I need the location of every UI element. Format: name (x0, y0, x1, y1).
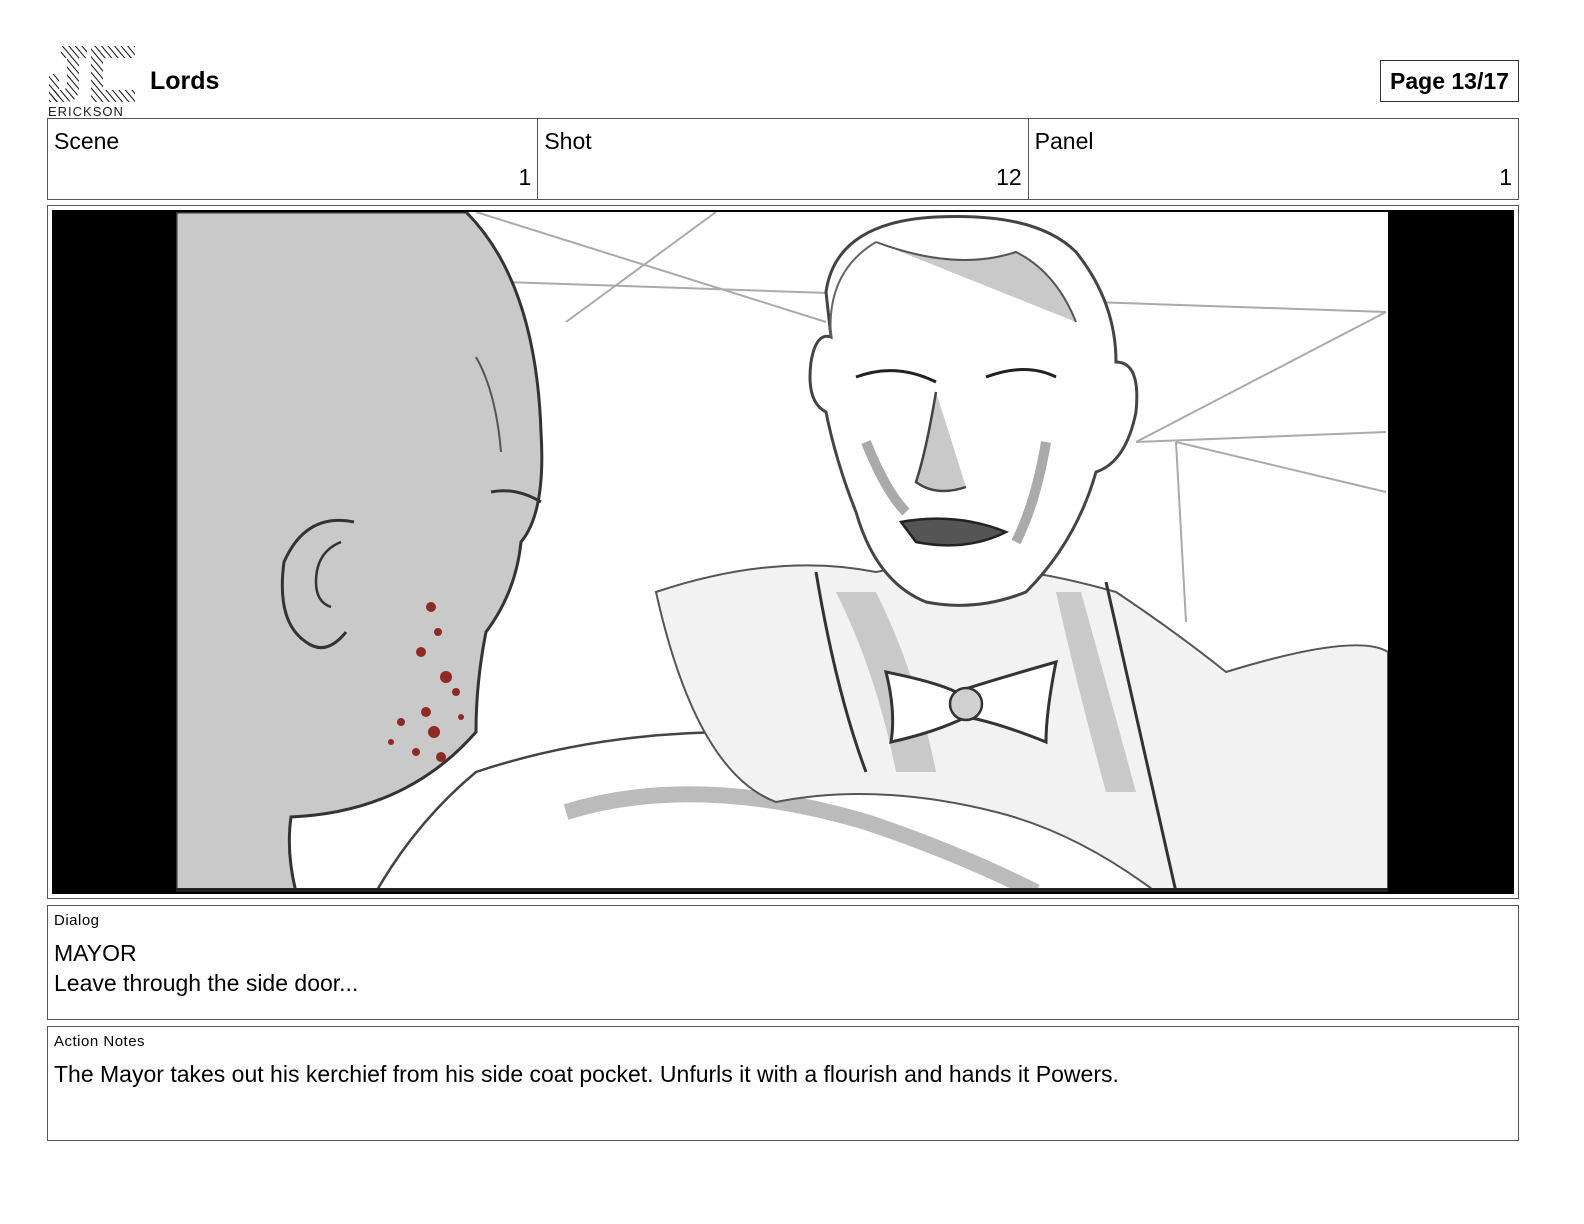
scene-cell: Scene 1 (48, 119, 539, 199)
erickson-logo: ERICKSON (47, 44, 137, 118)
page-indicator: Page 13/17 (1380, 60, 1519, 102)
scene-label: Scene (54, 128, 120, 154)
action-notes-section: Action Notes The Mayor takes out his ker… (47, 1026, 1519, 1141)
storyboard-frame (47, 205, 1519, 899)
panel-label: Panel (1034, 128, 1094, 154)
shot-info-table: Scene 1 Shot 12 Panel 1 (47, 118, 1519, 200)
storyboard-sketch-image (176, 212, 1388, 892)
frame-letterbox (52, 210, 1514, 894)
dialog-label: Dialog (54, 912, 100, 929)
dialog-speaker: MAYOR (54, 940, 137, 966)
panel-cell: Panel 1 (1029, 119, 1518, 199)
document-title: Lords (150, 67, 220, 95)
logo-mark-icon: ERICKSON (48, 46, 135, 118)
shot-cell: Shot 12 (538, 119, 1029, 199)
dialog-section: Dialog MAYOR Leave through the side door… (47, 905, 1519, 1020)
panel-value: 1 (1499, 164, 1512, 190)
svg-text:ERICKSON: ERICKSON (48, 104, 124, 118)
action-notes-label: Action Notes (54, 1033, 146, 1050)
action-notes-text: The Mayor takes out his kerchief from hi… (54, 1061, 1119, 1087)
scene-value: 1 (518, 164, 532, 190)
shot-value: 12 (996, 164, 1022, 190)
shot-label: Shot (544, 128, 592, 154)
dialog-line: Leave through the side door... (54, 970, 359, 996)
